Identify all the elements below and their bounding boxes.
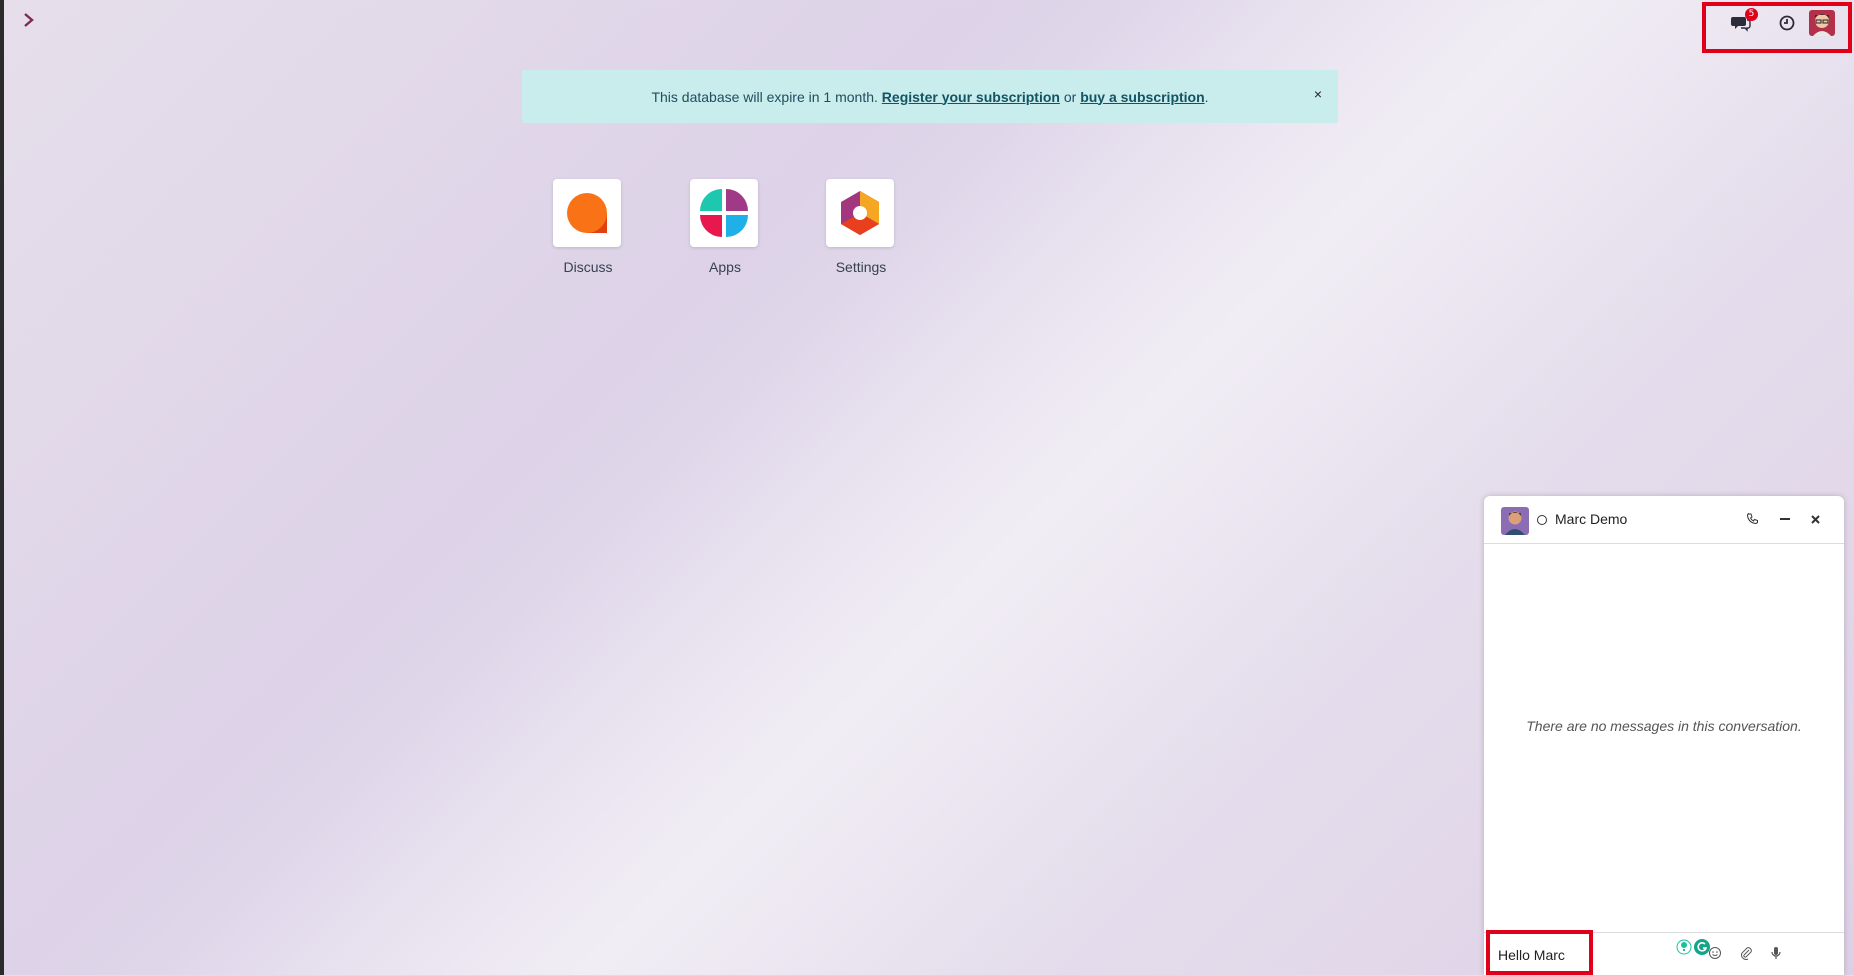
contact-avatar [1501,507,1529,535]
minimize-button[interactable] [1775,509,1795,529]
app-discuss[interactable]: Discuss [553,179,623,275]
highlight-box-topbar [1702,2,1852,53]
app-label: Discuss [563,259,613,275]
register-subscription-link[interactable]: Register your subscription [882,89,1060,105]
menu-toggle-chevron-icon[interactable] [22,10,42,34]
buy-subscription-link[interactable]: buy a subscription [1080,89,1204,105]
settings-icon [826,179,894,247]
emoji-button[interactable] [1706,945,1724,963]
apps-icon [690,179,758,247]
call-button[interactable] [1743,509,1763,529]
smiley-icon [1708,945,1722,964]
attach-button[interactable] [1737,945,1755,963]
close-icon [1810,510,1821,529]
microphone-icon [1770,945,1782,964]
app-label: Settings [835,259,887,275]
empty-conversation-text: There are no messages in this conversati… [1526,718,1802,734]
highlight-box-input [1486,930,1593,975]
app-settings[interactable]: Settings [826,179,896,275]
banner-text: This database will expire in 1 month. [651,88,878,105]
minus-icon [1779,510,1791,529]
app-apps[interactable]: Apps [690,179,760,275]
banner-or-text: or [1063,88,1077,105]
app-label: Apps [709,259,741,275]
phone-icon [1746,510,1759,529]
voice-button[interactable] [1767,945,1785,963]
paperclip-icon [1739,945,1753,964]
chat-contact-name: Marc Demo [1555,511,1628,527]
banner-suffix: . [1204,88,1209,105]
chat-window: Marc Demo There are no messages in this … [1484,496,1844,975]
banner-close-button[interactable]: × [1314,86,1322,102]
expiration-banner: This database will expire in 1 month. Re… [522,70,1338,123]
offline-status-icon [1537,515,1547,525]
discuss-icon [553,179,621,247]
close-chat-button[interactable] [1805,509,1825,529]
chat-header[interactable]: Marc Demo [1484,496,1844,544]
